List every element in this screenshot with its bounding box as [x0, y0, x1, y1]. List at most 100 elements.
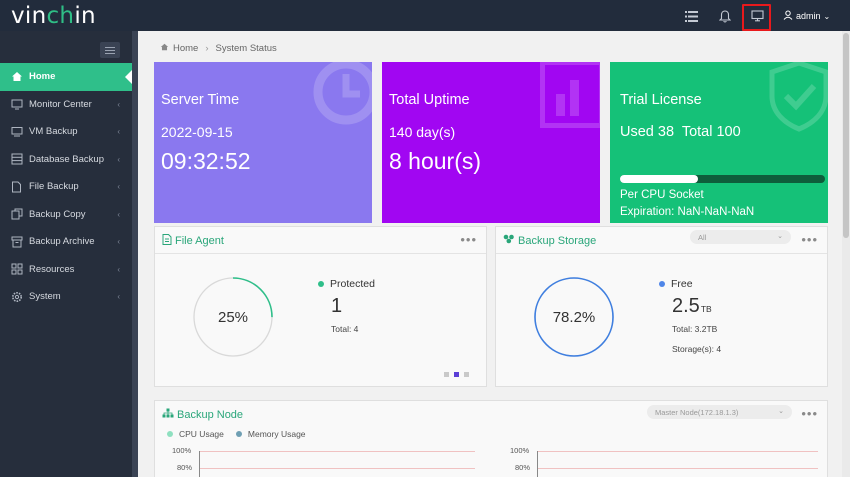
backup-storage-title: Backup Storage: [503, 234, 596, 247]
file-agent-percent: 25%: [217, 308, 249, 326]
backup-storage-panel: Backup Storage All ⌄ ••• 78.2% Free 2.5T…: [495, 226, 828, 387]
sidebar-item-resources[interactable]: Resources ‹: [0, 256, 132, 284]
file-agent-panel: File Agent ••• 25% Protected 1 Total: 4: [154, 226, 487, 387]
panel-title-text: Backup Node: [177, 408, 244, 421]
sidebar-item-label: VM Backup: [29, 126, 78, 138]
uptime-title: Total Uptime: [389, 92, 470, 108]
sidebar-item-label: System: [29, 291, 61, 303]
memory-gridline-100: [538, 451, 818, 452]
server-time-title: Server Time: [161, 92, 240, 108]
protected-label: Protected: [330, 278, 375, 290]
resources-icon: [10, 263, 23, 276]
memory-dot: [235, 431, 242, 437]
home-icon: [160, 43, 169, 54]
sidebar-item-backup-copy[interactable]: Backup Copy ‹: [0, 201, 132, 229]
sidebar-item-monitor-center[interactable]: Monitor Center ‹: [0, 91, 132, 119]
chevron-left-icon: ‹: [117, 154, 120, 164]
y-tick-100: 100%: [510, 446, 530, 455]
sidebar-item-database-backup[interactable]: Database Backup ‹: [0, 146, 132, 174]
license-card: Trial License Used 38 Total 100 Per CPU …: [610, 62, 828, 223]
storage-count: Storage(s): 4: [672, 344, 722, 354]
legend-cpu[interactable]: CPU Usage: [167, 429, 224, 439]
y-tick-80: 80%: [177, 463, 193, 472]
storage-filter-select[interactable]: All ⌄: [690, 230, 791, 244]
node-chart-legend: CPU Usage Memory Usage: [167, 429, 306, 439]
license-used: Used 38: [620, 124, 675, 140]
free-value-unit: TB: [700, 304, 712, 314]
main-content: Home › System Status Server Time 2022-09…: [138, 31, 842, 477]
chevron-down-icon: ⌄: [777, 233, 783, 240]
sidebar-item-label: Home: [29, 71, 56, 83]
y-tick-80: 80%: [515, 463, 531, 472]
pager-dot[interactable]: [444, 372, 449, 377]
license-progress-fill: [620, 175, 698, 183]
protected-legend: Protected: [318, 278, 375, 290]
more-options-icon[interactable]: •••: [460, 232, 477, 247]
uptime-days: 140 day(s): [389, 124, 456, 140]
panel-divider: [155, 253, 486, 254]
monitor-icon[interactable]: [749, 8, 765, 24]
sidebar-toggle-button[interactable]: [100, 42, 120, 58]
backup-storage-percent: 78.2%: [552, 308, 596, 326]
select-value: Master Node(172.18.1.3): [655, 407, 739, 417]
sidebar-item-system[interactable]: System ‹: [0, 283, 132, 311]
backup-node-panel: Backup Node Master Node(172.18.1.3) ⌄ ••…: [154, 400, 828, 477]
pager-dot-active[interactable]: [454, 372, 459, 377]
legend-memory[interactable]: Memory Usage: [235, 429, 306, 439]
memory-gridline-80: [538, 468, 818, 469]
cpu-gridline-80: [200, 468, 475, 469]
sidebar-item-label: Resources: [29, 263, 75, 275]
breadcrumb: Home › System Status: [160, 43, 277, 54]
scrollbar-thumb[interactable]: [843, 33, 849, 238]
sidebar-item-label: Database Backup: [29, 153, 104, 165]
document-icon: [162, 234, 172, 248]
panel-title-text: File Agent: [175, 235, 224, 247]
user-icon: [783, 10, 793, 22]
free-storage-value: 2.5TB: [672, 295, 712, 318]
user-name: admin: [796, 11, 821, 21]
license-expiration: Expiration: NaN-NaN-NaN: [620, 206, 755, 218]
panel-divider: [496, 253, 827, 254]
sidebar-item-label: File Backup: [29, 181, 79, 193]
y-tick-100: 100%: [172, 446, 192, 455]
license-title: Trial License: [620, 92, 702, 108]
gear-icon: [10, 290, 23, 303]
bell-icon[interactable]: [717, 8, 733, 24]
sidebar-item-backup-archive[interactable]: Backup Archive ‹: [0, 228, 132, 256]
storage-icon: [503, 234, 515, 247]
select-value: All: [698, 232, 707, 242]
copy-icon: [10, 208, 23, 221]
sidebar-item-file-backup[interactable]: File Backup ‹: [0, 173, 132, 201]
file-agent-total: Total: 4: [331, 324, 359, 334]
more-options-icon[interactable]: •••: [801, 406, 818, 421]
sidebar-item-vm-backup[interactable]: VM Backup ‹: [0, 118, 132, 146]
panel-title-text: Backup Storage: [518, 234, 597, 247]
vinchin-logo[interactable]: vinchin: [11, 3, 96, 29]
monitor-icon: [10, 98, 23, 111]
breadcrumb-separator: ›: [205, 43, 209, 54]
free-label: Free: [671, 278, 693, 290]
user-menu[interactable]: admin ⌄: [783, 10, 830, 22]
page-scrollbar[interactable]: [842, 31, 850, 477]
uptime-card: Total Uptime 140 day(s) 8 hour(s): [382, 62, 600, 223]
node-select[interactable]: Master Node(172.18.1.3) ⌄: [647, 405, 792, 419]
task-list-icon[interactable]: [683, 8, 699, 24]
protected-count: 1: [331, 295, 343, 317]
sidebar-item-home[interactable]: Home: [0, 63, 132, 91]
file-icon: [10, 180, 23, 193]
vm-icon: [10, 125, 23, 138]
license-type: Per CPU Socket: [620, 189, 704, 201]
free-legend: Free: [659, 278, 693, 290]
top-bar: vinchin admin ⌄: [0, 0, 850, 31]
shield-check-icon: [769, 62, 828, 132]
more-options-icon[interactable]: •••: [801, 232, 818, 247]
cpu-dot: [167, 431, 173, 437]
free-value-number: 2.5: [672, 295, 700, 317]
license-total: Total 100: [681, 124, 741, 140]
sidebar: Home Monitor Center ‹ VM Backup ‹ Databa…: [0, 31, 132, 477]
sidebar-item-label: Monitor Center: [29, 98, 92, 110]
chevron-left-icon: ‹: [117, 264, 120, 274]
database-icon: [10, 153, 23, 166]
breadcrumb-home-link[interactable]: Home: [173, 43, 198, 54]
pager-dot[interactable]: [464, 372, 469, 377]
